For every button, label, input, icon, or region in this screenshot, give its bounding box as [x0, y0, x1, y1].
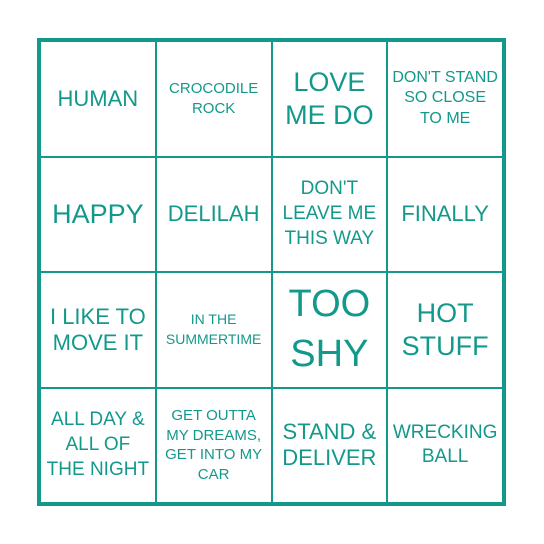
cell-text: GET OUTTA MY DREAMS, GET INTO MY CAR [165, 407, 263, 483]
cell-text: FINALLY [401, 201, 489, 227]
cell-text: ALL DAY & ALL OF THE NIGHT [46, 409, 150, 480]
cell-text: DON'T STAND SO CLOSE TO ME [392, 68, 498, 128]
cell-text: DON'T LEAVE ME THIS WAY [282, 178, 377, 249]
cell-text: HAPPY [52, 199, 144, 230]
bingo-cell[interactable]: STAND & DELIVER [271, 387, 388, 503]
bingo-cell[interactable]: HAPPY [40, 156, 156, 272]
cell-text: TOO SHY [288, 283, 371, 375]
bingo-cell[interactable]: FINALLY [387, 156, 503, 272]
bingo-cell[interactable]: TOO SHY [271, 272, 388, 388]
bingo-cell[interactable]: ALL DAY & ALL OF THE NIGHT [40, 387, 156, 503]
bingo-cell[interactable]: DON'T STAND SO CLOSE TO ME [387, 41, 503, 157]
bingo-cell[interactable]: HOT STUFF [387, 272, 503, 388]
bingo-cell[interactable]: WRECKING BALL [387, 387, 503, 503]
bingo-cell[interactable]: LOVE ME DO [271, 41, 388, 157]
cell-text: CROCODILE ROCK [169, 80, 259, 117]
bingo-cell[interactable]: GET OUTTA MY DREAMS, GET INTO MY CAR [155, 387, 272, 503]
cell-text: IN THE SUMMERTIME [165, 311, 262, 347]
cell-text: STAND & DELIVER [282, 419, 377, 471]
cell-text: HOT STUFF [401, 298, 489, 361]
bingo-cell[interactable]: DELILAH [155, 156, 272, 272]
bingo-cell[interactable]: I LIKE TO MOVE IT [40, 272, 156, 388]
bingo-cell[interactable]: HUMAN [40, 41, 156, 157]
bingo-card: HUMAN CROCODILE ROCK LOVE ME DO DON'T ST… [37, 38, 506, 506]
bingo-cell[interactable]: CROCODILE ROCK [155, 41, 272, 157]
cell-text: LOVE ME DO [285, 67, 374, 130]
bingo-cell[interactable]: IN THE SUMMERTIME [155, 272, 272, 388]
cell-text: I LIKE TO MOVE IT [49, 303, 146, 355]
bingo-cell[interactable]: DON'T LEAVE ME THIS WAY [271, 156, 388, 272]
cell-text: HUMAN [57, 85, 139, 111]
cell-text: DELILAH [167, 201, 260, 227]
cell-text: WRECKING BALL [392, 421, 498, 468]
